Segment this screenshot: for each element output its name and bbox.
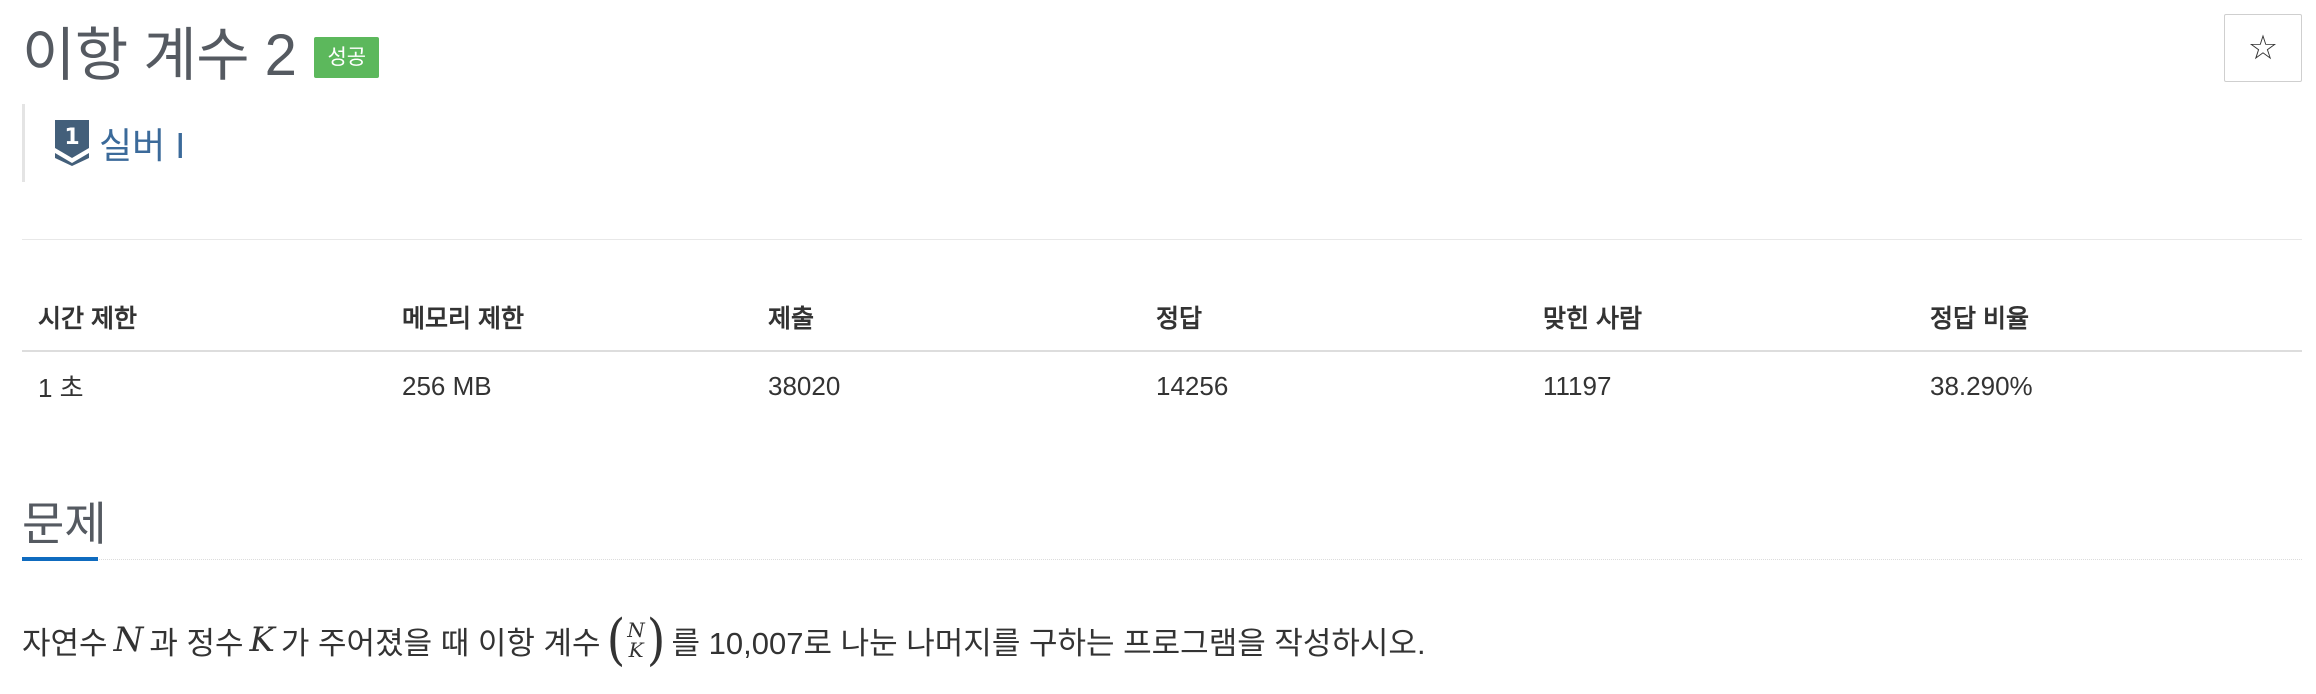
statement-text-2: 과 정수 <box>149 625 244 661</box>
status-badge: 성공 <box>314 36 380 78</box>
statement-text-4: 를 10,007로 나눈 나머지를 구하는 프로그램을 작성하시오. <box>671 625 1426 661</box>
tier-label[interactable]: 실버 I <box>99 117 185 169</box>
statement-text-3: 가 주어졌을 때 이항 계수 <box>280 625 601 661</box>
header-accepted: 정답 <box>1140 283 1527 352</box>
stats-value-row: 1 초 256 MB 38020 14256 11197 38.290% <box>22 351 2302 421</box>
problem-section-header: 문제 <box>22 482 2302 561</box>
problem-title: 이항 계수 2 <box>22 23 297 88</box>
math-var-k: K <box>249 620 275 660</box>
binom-bottom: K <box>628 638 644 662</box>
header-accept-ratio: 정답 비율 <box>1914 283 2302 352</box>
math-var-n: N <box>113 620 144 660</box>
problem-header: 이항 계수 2 성공 <box>22 14 380 88</box>
star-icon: ☆ <box>2247 29 2279 67</box>
header-time-limit: 시간 제한 <box>22 283 386 352</box>
header-memory-limit: 메모리 제한 <box>386 283 752 352</box>
value-accept-ratio: 38.290% <box>1930 371 2033 401</box>
tier-info: 1 실버 I <box>22 104 185 182</box>
divider <box>22 239 2302 240</box>
value-time-limit: 1 초 <box>38 373 84 403</box>
stats-header-row: 시간 제한 메모리 제한 제출 정답 맞힌 사람 정답 비율 <box>22 283 2302 352</box>
tier-icon-number: 1 <box>64 125 79 150</box>
value-submissions: 38020 <box>768 371 841 401</box>
problem-statement: 자연수 N 과 정수 K 가 주어졌을 때 이항 계수 ( N K ) 를 10… <box>22 607 1426 673</box>
section-underline <box>22 557 98 561</box>
binom-top: N <box>627 618 645 642</box>
silver-tier-icon: 1 <box>55 120 89 166</box>
problem-stats-table: 시간 제한 메모리 제한 제출 정답 맞힌 사람 정답 비율 1 초 256 M… <box>22 283 2302 421</box>
statement-text-1: 자연수 <box>22 625 108 661</box>
header-solved-users: 맞힌 사람 <box>1527 283 1914 352</box>
value-accepted: 14256 <box>1156 371 1229 401</box>
favorite-star-button[interactable]: ☆ <box>2224 14 2302 82</box>
section-title: 문제 <box>22 498 107 550</box>
value-memory-limit: 256 MB <box>402 371 492 401</box>
binomial-coefficient: ( N K ) <box>606 607 666 673</box>
header-submissions: 제출 <box>752 283 1140 352</box>
value-solved-users: 11197 <box>1543 371 1612 401</box>
